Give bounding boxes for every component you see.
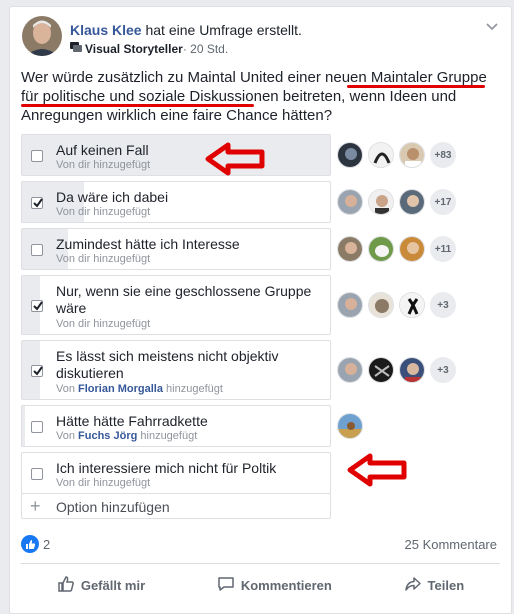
add-option-label: Option hinzufügen xyxy=(56,499,170,515)
chevron-down-icon[interactable] xyxy=(485,19,499,33)
poll-option-label: Da wäre ich dabei xyxy=(56,189,169,205)
voter-avatars[interactable]: +11 xyxy=(337,236,456,262)
voter-avatar[interactable] xyxy=(399,189,425,215)
poll-option-label: Auf keinen Fall xyxy=(56,142,149,158)
group-icon xyxy=(70,42,82,56)
more-voters-count[interactable]: +83 xyxy=(430,142,456,168)
author-line: Klaus Klee hat eine Umfrage erstellt. xyxy=(70,22,302,38)
group-name[interactable]: Visual Storyteller xyxy=(85,42,183,56)
poll-checkbox[interactable] xyxy=(31,150,43,162)
author-avatar[interactable] xyxy=(22,16,62,56)
poll-option-label: Es lässt sich meistens nicht objektiv di… xyxy=(56,348,279,381)
poll-option-added-by: Von dir hinzugefügt xyxy=(56,206,151,218)
poll-question: Wer würde zusätzlich zu Maintal United e… xyxy=(21,69,487,124)
red-underline xyxy=(21,104,254,107)
more-voters-count[interactable]: +11 xyxy=(430,236,456,262)
more-voters-count[interactable]: +3 xyxy=(430,292,456,318)
comment-label: Kommentieren xyxy=(240,577,332,593)
poll-option-label: Hätte hätte Fahrradkette xyxy=(56,413,208,429)
poll-option-result-bar xyxy=(22,406,26,446)
voter-avatar[interactable] xyxy=(399,142,425,168)
share-icon xyxy=(404,575,422,596)
poll-checkbox[interactable] xyxy=(31,468,43,480)
poll-checkbox-checked[interactable] xyxy=(31,197,43,209)
like-icon xyxy=(21,535,39,553)
share-button[interactable]: Teilen xyxy=(404,575,465,596)
voter-avatar[interactable] xyxy=(368,189,394,215)
poll-option-added-by: Von dir hinzugefügt xyxy=(56,318,151,330)
action-bar: Gefällt mir Kommentieren Teilen xyxy=(21,569,500,601)
poll-checkbox[interactable] xyxy=(31,244,43,256)
voter-avatar[interactable] xyxy=(337,357,363,383)
like-label: Gefällt mir xyxy=(80,577,146,593)
voter-avatar[interactable] xyxy=(337,413,363,439)
post-meta: Visual Storyteller · 20 Std. xyxy=(70,42,228,56)
poll-option-label: Ich interessiere mich nicht für Poltik xyxy=(56,460,277,476)
more-voters-count[interactable]: +17 xyxy=(430,189,456,215)
poll-option-added-by: Von Fuchs Jörg hinzugefügt xyxy=(56,430,198,442)
voter-avatar[interactable] xyxy=(399,357,425,383)
poll-option-added-by: Von dir hinzugefügt xyxy=(56,477,151,489)
post-card: Klaus Klee hat eine Umfrage erstellt. Vi… xyxy=(9,6,512,614)
comment-button[interactable]: Kommentieren xyxy=(217,575,332,596)
voter-avatars[interactable]: +17 xyxy=(337,189,456,215)
poll-option-added-by: Von dir hinzugefügt xyxy=(56,159,151,171)
added-by-name[interactable]: Fuchs Jörg xyxy=(78,430,137,442)
thumbs-up-icon xyxy=(57,575,75,596)
poll-option[interactable]: Da wäre ich dabei Von dir hinzugefügt xyxy=(21,181,331,223)
author-name[interactable]: Klaus Klee xyxy=(70,22,142,38)
poll-option[interactable]: Zumindest hätte ich Interesse Von dir hi… xyxy=(21,228,331,270)
add-option-field[interactable]: + Option hinzufügen xyxy=(21,493,331,519)
voter-avatar[interactable] xyxy=(399,292,425,318)
voter-avatars[interactable]: +3 xyxy=(337,357,456,383)
comment-count[interactable]: 25 Kommentare xyxy=(405,537,498,552)
poll-option[interactable]: Auf keinen Fall Von dir hinzugefügt xyxy=(21,134,331,176)
share-label: Teilen xyxy=(427,577,465,593)
more-voters-count[interactable]: +3 xyxy=(430,357,456,383)
poll-option-added-by: Von Florian Morgalla hinzugefügt xyxy=(56,383,223,395)
red-arrow-annotation xyxy=(346,452,408,493)
poll-option[interactable]: Es lässt sich meistens nicht objektiv di… xyxy=(21,340,331,400)
voter-avatar[interactable] xyxy=(368,357,394,383)
added-by-name[interactable]: Florian Morgalla xyxy=(78,383,163,395)
voter-avatar[interactable] xyxy=(337,189,363,215)
poll-option-label: Nur, wenn sie eine geschlossene Gruppe w… xyxy=(56,283,312,316)
voter-avatars[interactable]: +3 xyxy=(337,292,456,318)
voter-avatars[interactable] xyxy=(337,413,363,439)
voter-avatar[interactable] xyxy=(399,236,425,262)
voter-avatar[interactable] xyxy=(368,142,394,168)
post-action: hat eine Umfrage erstellt. xyxy=(141,22,302,38)
reaction-summary[interactable]: 2 xyxy=(21,535,50,553)
poll-option-added-by: Von dir hinzugefügt xyxy=(56,253,151,265)
poll-checkbox-checked[interactable] xyxy=(31,300,43,312)
like-count[interactable]: 2 xyxy=(43,537,50,552)
post-time[interactable]: · 20 Std. xyxy=(183,42,228,56)
poll-option[interactable]: Hätte hätte Fahrradkette Von Fuchs Jörg … xyxy=(21,405,331,447)
voter-avatars[interactable]: +83 xyxy=(337,142,456,168)
voter-avatar[interactable] xyxy=(337,142,363,168)
poll-checkbox-checked[interactable] xyxy=(31,365,43,377)
comment-icon xyxy=(217,575,235,596)
poll-checkbox[interactable] xyxy=(31,421,43,433)
poll-option[interactable]: Nur, wenn sie eine geschlossene Gruppe w… xyxy=(21,275,331,335)
red-arrow-annotation xyxy=(204,141,266,182)
like-button[interactable]: Gefällt mir xyxy=(57,575,145,596)
red-underline xyxy=(347,85,485,88)
plus-icon: + xyxy=(30,496,41,516)
voter-avatar[interactable] xyxy=(368,292,394,318)
voter-avatar[interactable] xyxy=(337,292,363,318)
poll-option-label: Zumindest hätte ich Interesse xyxy=(56,236,240,252)
voter-avatar[interactable] xyxy=(368,236,394,262)
voter-avatar[interactable] xyxy=(337,236,363,262)
poll-option[interactable]: Ich interessiere mich nicht für Poltik V… xyxy=(21,452,331,494)
divider xyxy=(21,563,500,564)
